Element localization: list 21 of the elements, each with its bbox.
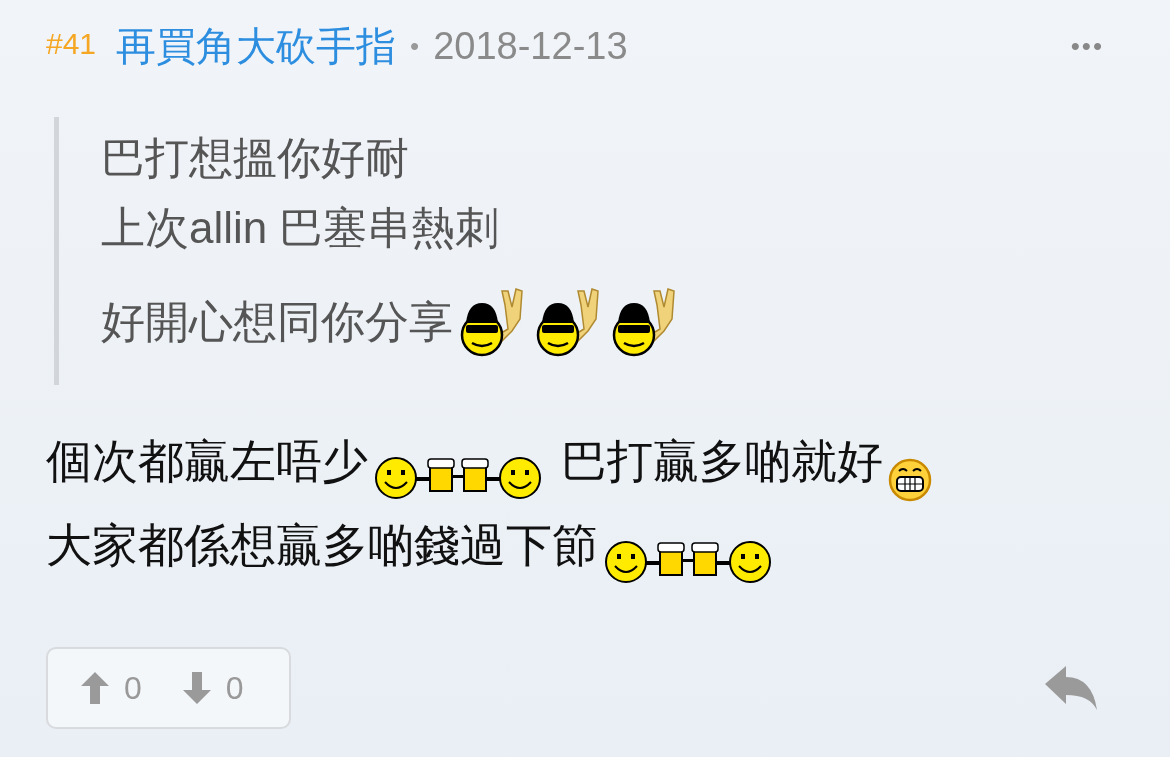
sunglasses-smiley-icon (610, 285, 676, 357)
post-text: 大家都係想贏多啲錢過下節 (46, 518, 598, 573)
down-arrow-icon (181, 671, 212, 705)
up-arrow-icon (80, 671, 110, 705)
quote-text: 好開心想同你分享 (101, 296, 453, 348)
separator-dot: • (410, 29, 420, 63)
quote-text: 巴打想搵你好耐 (101, 132, 409, 184)
grinning-smiley-icon (886, 457, 933, 503)
downvote-button[interactable]: 0 (181, 664, 244, 712)
reply-button[interactable] (1044, 665, 1098, 711)
more-menu-button[interactable]: ••• (1070, 26, 1104, 66)
username-link[interactable]: 再買角大砍手指 (116, 16, 397, 76)
post-date: 2018-12-13 (433, 23, 628, 69)
post-number: #41 (46, 25, 97, 62)
post-text: 個次都贏左唔少 (46, 434, 368, 489)
post-text: 巴打贏多啲就好 (559, 434, 883, 489)
sunglasses-smiley-icon (458, 285, 524, 357)
reply-icon (1044, 665, 1098, 711)
quote-text: 上次allin 巴塞串熱刺 (101, 202, 500, 254)
sunglasses-smiley-icon (534, 285, 600, 357)
upvote-button[interactable]: 0 (80, 664, 142, 712)
